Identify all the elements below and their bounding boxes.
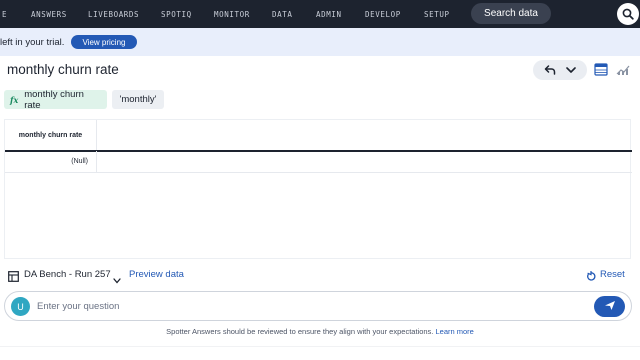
preview-data-link[interactable]: Preview data: [129, 269, 184, 280]
datasource-name[interactable]: DA Bench - Run 257: [24, 269, 111, 280]
formula-chip-label: monthly churn rate: [24, 88, 84, 111]
value-chip[interactable]: 'monthly': [112, 90, 164, 109]
table-cell: (Null): [5, 151, 97, 172]
view-toggle: [592, 60, 632, 78]
value-chip-label: 'monthly': [119, 94, 157, 105]
nav-item-answers[interactable]: ANSWERS: [31, 10, 67, 19]
answer-title[interactable]: monthly churn rate: [7, 62, 119, 77]
search-data-button[interactable]: Search data: [471, 3, 551, 24]
learn-more-link[interactable]: Learn more: [435, 327, 473, 336]
reset-button[interactable]: Reset: [600, 269, 625, 280]
formula-icon: fx: [10, 94, 19, 105]
table-cell-value: (Null): [71, 158, 88, 165]
search-icon[interactable]: [617, 3, 639, 25]
header-divider: [5, 150, 632, 152]
send-button[interactable]: [594, 296, 625, 317]
datasource-chevron-icon[interactable]: [113, 271, 121, 289]
disclaimer-text: Spotter Answers should be reviewed to en…: [166, 327, 434, 336]
bottom-bar: [0, 346, 640, 360]
datasource-icon: [8, 269, 19, 287]
reset-icon[interactable]: [586, 269, 596, 287]
column-header[interactable]: monthly churn rate: [5, 120, 97, 150]
nav-item-develop[interactable]: DEVELOP: [365, 10, 401, 19]
send-icon: [604, 298, 616, 316]
chart-view-icon[interactable]: [614, 60, 632, 78]
trial-text: left in your trial.: [0, 37, 65, 48]
undo-icon[interactable]: [541, 61, 559, 79]
nav-item-setup[interactable]: SETUP: [424, 10, 450, 19]
nav-item-data[interactable]: DATA: [272, 10, 292, 19]
nav-item-partial[interactable]: E: [2, 10, 7, 19]
nav-item-admin[interactable]: ADMIN: [316, 10, 342, 19]
nav-item-liveboards[interactable]: LIVEBOARDS: [88, 10, 139, 19]
formula-chip[interactable]: fx monthly churn rate: [4, 88, 107, 111]
top-nav: E ANSWERS LIVEBOARDS SPOTIQ MONITOR DATA…: [0, 0, 640, 28]
avatar: U: [11, 297, 30, 316]
avatar-initial: U: [17, 301, 24, 312]
row-divider: [5, 172, 632, 173]
trial-banner: left in your trial. View pricing: [0, 28, 640, 56]
chevron-down-icon[interactable]: [562, 61, 580, 79]
table-view-icon[interactable]: [592, 60, 610, 78]
column-header-label: monthly churn rate: [18, 131, 83, 139]
disclaimer: Spotter Answers should be reviewed to en…: [0, 327, 640, 336]
result-table: monthly churn rate (Null): [4, 119, 632, 259]
question-input[interactable]: Enter your question: [37, 301, 119, 312]
view-pricing-button[interactable]: View pricing: [71, 35, 137, 49]
nav-item-monitor[interactable]: MONITOR: [214, 10, 250, 19]
search-data-label: Search data: [484, 8, 538, 19]
datasource-row: DA Bench - Run 257 Preview data Reset: [0, 266, 640, 284]
undo-group: [533, 60, 587, 80]
view-pricing-label: View pricing: [82, 37, 126, 47]
question-input-box[interactable]: U Enter your question: [4, 291, 632, 321]
nav-item-spotiq[interactable]: SPOTIQ: [161, 10, 192, 19]
